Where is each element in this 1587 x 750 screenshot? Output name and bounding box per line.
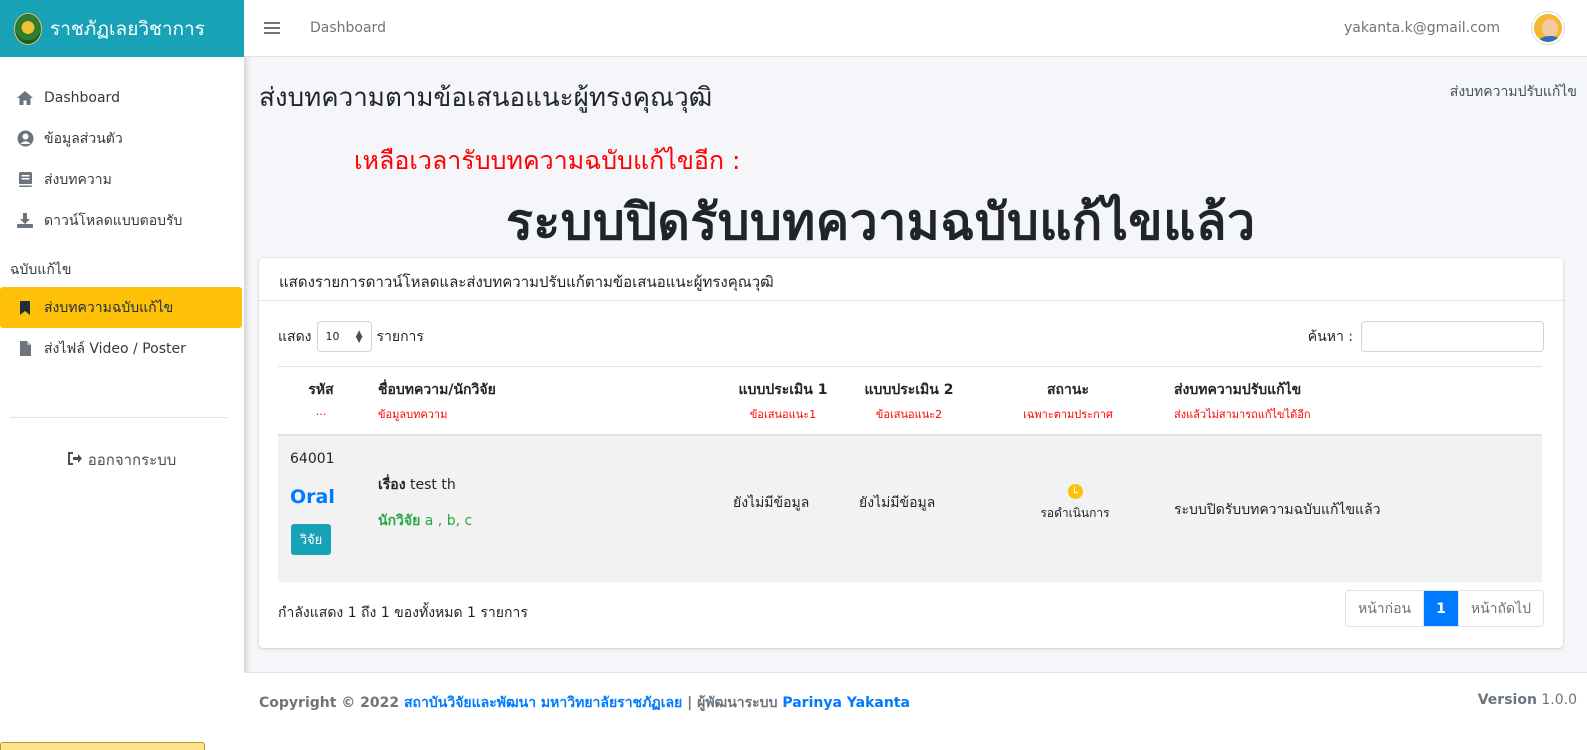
article-authors: นักวิจัย a , b, c (378, 510, 472, 532)
menu-toggle-icon[interactable] (264, 19, 280, 37)
sidebar-item-label: ดาวน์โหลดแบบตอบรับ (44, 212, 183, 229)
sidebar-item-profile[interactable]: ข้อมูลส่วนตัว (0, 118, 244, 159)
sidebar-item-dashboard[interactable]: Dashboard (0, 77, 244, 118)
select-arrows-icon: ▲ ▼ (355, 328, 363, 345)
category-badge: วิจัย (291, 524, 331, 555)
sidebar-item-label: ส่งไฟล์ Video / Poster (44, 340, 186, 357)
column-subtitle: ข้อเสนอแนะ2 (875, 408, 943, 421)
search-input[interactable] (1361, 321, 1544, 352)
sidebar: ราชภัฏเลยวิชาการ Dashboard ข้อมูลส่วนตัว… (0, 0, 244, 750)
footer-version: Version 1.0.0 (1478, 692, 1577, 708)
column-title: แบบประเมิน 1 (738, 382, 828, 398)
column-subtitle: ส่งแล้วไม่สามารถแก้ไขได้อีก (1174, 408, 1311, 421)
column-subtitle: ... (315, 405, 327, 418)
breadcrumb: ส่งบทความปรับแก้ไข (1449, 84, 1577, 100)
user-email: yakanta.k@gmail.com (1343, 20, 1500, 36)
sidebar-item-submit[interactable]: ส่งบทความ (0, 159, 244, 200)
article-title-value: test th (410, 477, 456, 493)
top-nav-dashboard-link[interactable]: Dashboard (310, 20, 386, 36)
article-title: เรื่อง test th (378, 474, 456, 496)
page-length-select[interactable]: 10 ▲ ▼ (316, 321, 372, 352)
developer-link[interactable]: Parinya Yakanta (782, 695, 910, 711)
table-controls: แสดง 10 ▲ ▼ รายการ ค้นหา : (278, 321, 1544, 352)
article-code: 64001 (290, 451, 335, 467)
card-title: แสดงรายการดาวน์โหลดและส่งบทความปรับแก้ตา… (259, 258, 1563, 301)
column-header-eval2[interactable]: แบบประเมิน 2 ข้อเสนอแนะ2 (864, 379, 954, 423)
file-icon (15, 340, 35, 357)
table-info: กำลังแสดง 1 ถึง 1 ของทั้งหมด 1 รายการ (278, 605, 528, 621)
sidebar-item-label: ข้อมูลส่วนตัว (44, 130, 123, 147)
brand-title: ราชภัฏเลยวิชาการ (50, 17, 205, 40)
evaluation-1: ยังไม่มีข้อมูล (733, 495, 810, 511)
column-header-status[interactable]: สถานะ เฉพาะตามประกาศ (1018, 379, 1118, 423)
logout-label: ออกจากระบบ (87, 451, 177, 469)
top-navbar: Dashboard yakanta.k@gmail.com (244, 0, 1587, 57)
sidebar-item-video-poster[interactable]: ส่งไฟล์ Video / Poster (0, 328, 244, 369)
authors-label: นักวิจัย (378, 513, 421, 529)
org-link[interactable]: สถาบันวิจัยและพัฒนา มหาวิทยาลัยราชภัฏเลย (404, 695, 682, 711)
footer: Copyright © 2022 สถาบันวิจัยและพัฒนา มหา… (244, 672, 1587, 750)
avatar[interactable] (1532, 12, 1564, 44)
column-header-title[interactable]: ชื่อบทความ/นักวิจัย ข้อมูลบทความ (378, 379, 496, 423)
footer-copyright: Copyright © 2022 สถาบันวิจัยและพัฒนา มหา… (259, 692, 910, 714)
column-title: แบบประเมิน 2 (864, 382, 954, 398)
search-label: ค้นหา : (1307, 328, 1353, 345)
column-subtitle: ข้อมูลบทความ (378, 408, 448, 421)
authors-value: a , b, c (424, 513, 473, 529)
page-length-value: 10 (325, 330, 340, 343)
logout-button[interactable]: ออกจากระบบ (0, 448, 244, 472)
column-title: ส่งบทความปรับแก้ไข (1174, 382, 1302, 398)
column-title: สถานะ (1047, 382, 1089, 398)
home-icon (15, 90, 35, 106)
sidebar-item-download[interactable]: ดาวน์โหลดแบบตอบรับ (0, 200, 244, 241)
sidebar-divider (10, 417, 228, 418)
sidebar-section-header: ฉบับแก้ไข (10, 262, 72, 278)
pagination-next-button[interactable]: หน้าถัดไป (1458, 591, 1543, 626)
user-circle-icon (15, 130, 35, 147)
column-subtitle: ข้อเสนอแนะ1 (749, 408, 817, 421)
clock-icon (1067, 484, 1083, 499)
article-title-label: เรื่อง (378, 477, 406, 493)
status-text: รอดำเนินการ (1040, 506, 1110, 520)
pagination-prev-button[interactable]: หน้าก่อน (1345, 591, 1425, 626)
copyright-text: Copyright © 2022 (259, 695, 400, 711)
version-label: Version (1477, 692, 1537, 708)
table-row: 64001 Oral วิจัย เรื่อง test th นักวิจัย… (278, 436, 1542, 582)
column-header-eval1[interactable]: แบบประเมิน 1 ข้อเสนอแนะ1 (738, 379, 828, 423)
show-label: แสดง (278, 328, 312, 345)
version-number: 1.0.0 (1541, 692, 1577, 708)
revise-status: ระบบปิดรับบทความฉบับแก้ไขแล้ว (1174, 502, 1381, 518)
pagination: หน้าก่อน 1 หน้าถัดไป (1344, 590, 1544, 627)
brand-link[interactable]: ราชภัฏเลยวิชาการ (0, 0, 244, 57)
status-cell: รอดำเนินการ (1030, 484, 1120, 523)
column-header-code[interactable]: รหัส ... (296, 379, 346, 418)
sidebar-item-label: ส่งบทความ (44, 171, 112, 188)
closed-message: ระบบปิดรับบทความฉบับแก้ไขแล้ว (506, 193, 1256, 251)
column-title: รหัส (308, 382, 334, 398)
page-title: ส่งบทความตามข้อเสนอแนะผู้ทรงคุณวุฒิ (259, 83, 713, 113)
table-header: รหัส ... ชื่อบทความ/นักวิจัย ข้อมูลบทควา… (278, 366, 1542, 436)
sidebar-item-label: ส่งบทความฉบับแก้ไข (44, 299, 174, 316)
presentation-type: Oral (290, 486, 335, 508)
bookmark-icon (15, 300, 35, 316)
column-title: ชื่อบทความ/นักวิจัย (378, 382, 496, 398)
pagination-page-1[interactable]: 1 (1424, 591, 1459, 626)
sidebar-item-label: Dashboard (44, 89, 120, 106)
book-icon (15, 171, 35, 188)
developer-label: | ผู้พัฒนาระบบ (687, 695, 778, 711)
sidebar-nav: Dashboard ข้อมูลส่วนตัว ส่งบทความ ดาวน์โ… (0, 57, 244, 369)
column-subtitle: เฉพาะตามประกาศ (1023, 408, 1113, 421)
revision-card: แสดงรายการดาวน์โหลดและส่งบทความปรับแก้ตา… (259, 258, 1563, 648)
countdown-label: เหลือเวลารับบทความฉบับแก้ไขอีก : (354, 146, 741, 175)
search-wrapper: ค้นหา : (1308, 321, 1544, 352)
sign-out-icon (67, 451, 83, 469)
download-icon (15, 212, 35, 229)
evaluation-2: ยังไม่มีข้อมูล (859, 495, 936, 511)
entries-label: รายการ (376, 328, 424, 345)
sidebar-item-revise[interactable]: ส่งบทความฉบับแก้ไข (0, 287, 242, 328)
sidebar-bottom-tab (0, 742, 205, 750)
column-header-revise[interactable]: ส่งบทความปรับแก้ไข ส่งแล้วไม่สามารถแก้ไข… (1174, 379, 1311, 423)
university-logo (14, 12, 42, 45)
